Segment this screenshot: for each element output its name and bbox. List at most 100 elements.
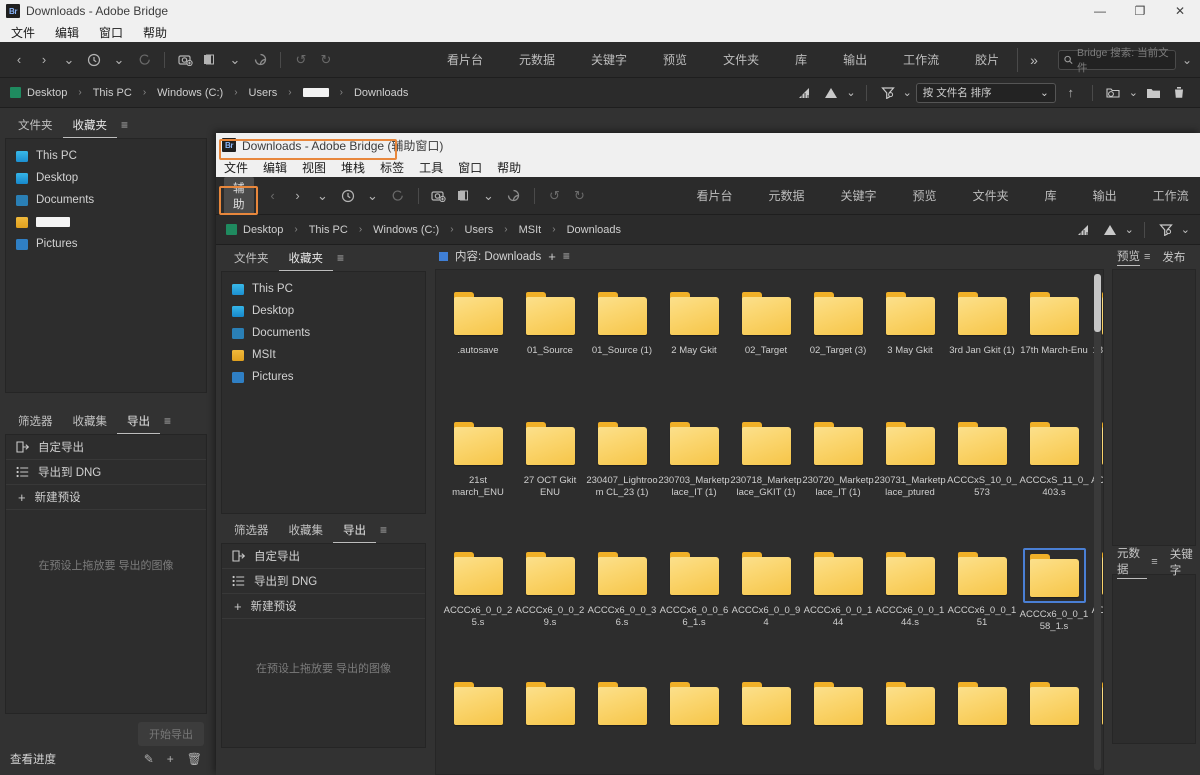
favorite-item-desktop[interactable]: Desktop	[222, 300, 425, 322]
breadcrumb-windows-c[interactable]: Windows (C:)	[373, 224, 439, 236]
folder-item[interactable]	[586, 668, 658, 775]
maximize-button[interactable]: ❐	[1120, 0, 1160, 22]
export-preset-dng[interactable]: 导出到 DNG	[222, 569, 425, 594]
workspace-tab-lightbox[interactable]: 看片台	[679, 178, 751, 214]
sort-desc-caret-icon[interactable]: ⌄	[846, 86, 855, 99]
tab-collections[interactable]: 收藏集	[63, 408, 118, 434]
menu-view[interactable]: 视图	[302, 159, 326, 176]
recent-caret-icon[interactable]: ⌄	[108, 49, 130, 71]
favorite-item-documents[interactable]: Documents	[6, 189, 206, 211]
breadcrumb-downloads[interactable]: Downloads	[567, 224, 621, 236]
get-photos-camera-icon[interactable]	[174, 49, 196, 71]
workspace-tab-workflow[interactable]: 工作流	[1135, 178, 1200, 214]
stack-caret-icon[interactable]: ⌄	[478, 185, 500, 207]
menu-edit[interactable]: 编辑	[263, 159, 287, 176]
folder-item[interactable]: 02_Target (3)	[802, 278, 874, 408]
menu-window[interactable]: 窗口	[458, 159, 482, 176]
sort-descending-icon[interactable]	[1099, 219, 1121, 241]
breadcrumb-users[interactable]: Users	[249, 87, 278, 99]
menu-file[interactable]: 文件	[224, 159, 248, 176]
folder-item[interactable]: 01_Source	[514, 278, 586, 408]
menu-window[interactable]: 窗口	[96, 23, 126, 42]
favorite-item-this-pc[interactable]: This PC	[6, 145, 206, 167]
folder-item[interactable]: ACCCxS_11_0_403.s	[1018, 408, 1090, 538]
search-caret-icon[interactable]: ⌄	[1182, 53, 1192, 67]
folder-item[interactable]: 01_Source (1)	[586, 278, 658, 408]
menu-help[interactable]: 帮助	[497, 159, 521, 176]
menu-help[interactable]: 帮助	[140, 23, 170, 42]
folder-item[interactable]	[658, 668, 730, 775]
tab-export[interactable]: 导出	[117, 408, 160, 434]
folder-item[interactable]: 3 May Gkit	[874, 278, 946, 408]
export-new-preset[interactable]: + 新建预设	[6, 485, 206, 510]
back-icon[interactable]: ‹	[8, 49, 30, 71]
search-input[interactable]: Bridge 搜索: 当前文件	[1058, 50, 1176, 70]
folder-item[interactable]: 3rd Jan Gkit (1)	[946, 278, 1018, 408]
new-folder-icon[interactable]	[1142, 82, 1164, 104]
breadcrumb-desktop[interactable]: Desktop	[243, 224, 283, 236]
favorite-item-documents[interactable]: Documents	[222, 322, 425, 344]
plus-icon[interactable]: +	[167, 752, 174, 766]
folder-item[interactable]: ACCCx6_0_0_158_1.s	[1018, 538, 1090, 668]
workspace-tab-keywords[interactable]: 关键字	[573, 42, 645, 78]
add-tab-icon[interactable]: +	[548, 249, 556, 264]
rotate-clockwise-icon[interactable]: ↻	[315, 49, 337, 71]
folder-item[interactable]: 230718_Marketplace_GKIT (1)	[730, 408, 802, 538]
breadcrumb-msit[interactable]: MSIt	[519, 224, 542, 236]
breadcrumb-this-pc[interactable]: This PC	[93, 87, 132, 99]
tab-filter[interactable]: 筛选器	[8, 408, 63, 434]
folder-item[interactable]	[802, 668, 874, 775]
forward-icon[interactable]: ›	[287, 185, 309, 207]
sort-ascending-icon[interactable]	[794, 82, 816, 104]
workspace-tab-metadata[interactable]: 元数据	[751, 178, 823, 214]
minimize-button[interactable]: —	[1080, 0, 1120, 22]
sort-ascending-icon[interactable]	[1073, 219, 1095, 241]
favorite-item-msit[interactable]: MSIt	[222, 344, 425, 366]
folder-item[interactable]: ACCCx6_0_0_151	[946, 538, 1018, 668]
panel-menu-icon[interactable]: ≡	[333, 251, 344, 265]
folder-item[interactable]	[442, 668, 514, 775]
panel-menu-icon[interactable]: ≡	[1144, 251, 1150, 263]
stack-caret-icon[interactable]: ⌄	[224, 49, 246, 71]
folder-item[interactable]: 21st march_ENU	[442, 408, 514, 538]
trash-icon[interactable]: 🗑	[187, 752, 202, 766]
export-preset-dng[interactable]: 导出到 DNG	[6, 460, 206, 485]
rotate-counterclockwise-icon[interactable]: ↺	[544, 185, 566, 207]
folder-item[interactable]	[730, 668, 802, 775]
folder-item[interactable]: 02_Target	[730, 278, 802, 408]
sort-direction-icon[interactable]: ↑	[1060, 82, 1082, 104]
folder-item[interactable]: 230407_Lightroom CL_23 (1)	[586, 408, 658, 538]
sort-dropdown[interactable]: 按 文件名 排序 ⌄	[916, 83, 1056, 103]
workspace-tab-preview[interactable]: 预览	[895, 178, 955, 214]
breadcrumb-this-pc[interactable]: This PC	[309, 224, 348, 236]
favorite-item-desktop[interactable]: Desktop	[6, 167, 206, 189]
panel-menu-icon[interactable]: ≡	[1151, 556, 1157, 568]
reveal-icon[interactable]	[387, 185, 409, 207]
panel-menu-icon[interactable]: ≡	[160, 414, 171, 428]
breadcrumb-users[interactable]: Users	[465, 224, 494, 236]
workspace-tab-filmstrip[interactable]: 胶片	[957, 42, 1017, 78]
refine-icon[interactable]	[503, 185, 525, 207]
workspace-tab-output[interactable]: 输出	[825, 42, 885, 78]
export-preset-custom[interactable]: 自定导出	[6, 435, 206, 460]
content-grid-area[interactable]: .autosave01_Source01_Source (1)2 May Gki…	[435, 269, 1104, 775]
chevron-down-icon[interactable]: ⌄	[312, 185, 334, 207]
refine-icon[interactable]	[249, 49, 271, 71]
back-icon[interactable]: ‹	[262, 185, 284, 207]
folder-item[interactable]: ACCCx6_0_0_144	[802, 538, 874, 668]
folder-item[interactable]: 17th March-Enu	[1018, 278, 1090, 408]
folder-item[interactable]: ACCCx6_0_0_25.s	[442, 538, 514, 668]
view-progress-label[interactable]: 查看进度	[10, 751, 56, 767]
menu-edit[interactable]: 编辑	[52, 23, 82, 42]
folder-item[interactable]	[946, 668, 1018, 775]
aux-window-button[interactable]: 辅助	[224, 177, 254, 215]
folder-item[interactable]: 230731_Marketplace_ptured	[874, 408, 946, 538]
folder-item[interactable]: 2 May Gkit	[658, 278, 730, 408]
workspace-tab-folders[interactable]: 文件夹	[955, 178, 1027, 214]
workspace-tab-workflow[interactable]: 工作流	[885, 42, 957, 78]
favorite-item-redacted[interactable]	[6, 211, 206, 233]
sort-desc-caret-icon[interactable]: ⌄	[1125, 223, 1134, 236]
forward-icon[interactable]: ›	[33, 49, 55, 71]
open-recent-folder-icon[interactable]	[1103, 82, 1125, 104]
export-new-preset[interactable]: + 新建预设	[222, 594, 425, 619]
